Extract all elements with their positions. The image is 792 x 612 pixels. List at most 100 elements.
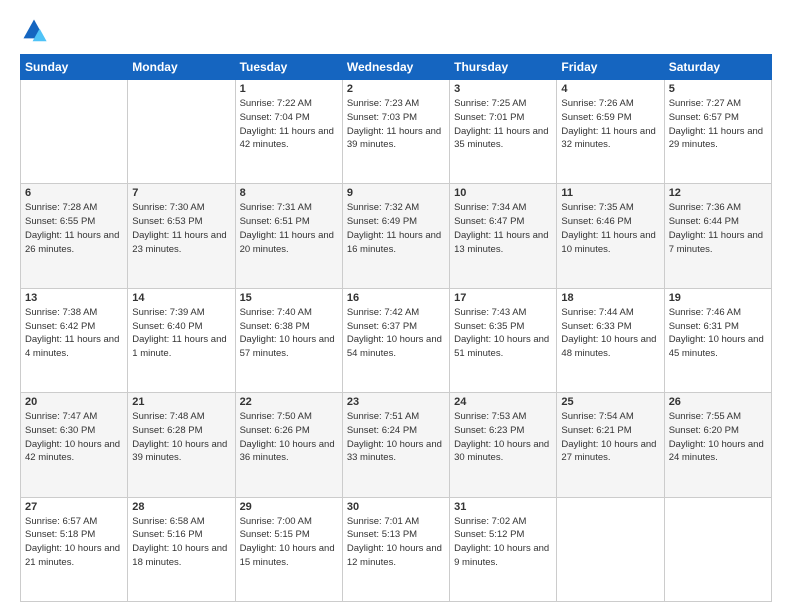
day-info: Sunrise: 7:01 AM Sunset: 5:13 PM Dayligh… bbox=[347, 515, 445, 570]
day-info: Sunrise: 7:40 AM Sunset: 6:38 PM Dayligh… bbox=[240, 306, 338, 361]
day-info: Sunrise: 7:35 AM Sunset: 6:46 PM Dayligh… bbox=[561, 201, 659, 256]
calendar-cell: 5 Sunrise: 7:27 AM Sunset: 6:57 PM Daylig… bbox=[664, 80, 771, 184]
day-info: Sunrise: 7:39 AM Sunset: 6:40 PM Dayligh… bbox=[132, 306, 230, 361]
calendar-cell: 16 Sunrise: 7:42 AM Sunset: 6:37 PM Dayli… bbox=[342, 288, 449, 392]
day-info: Sunrise: 7:34 AM Sunset: 6:47 PM Dayligh… bbox=[454, 201, 552, 256]
weekday-header: Monday bbox=[128, 55, 235, 80]
day-number: 6 bbox=[25, 187, 123, 199]
calendar-cell: 10 Sunrise: 7:34 AM Sunset: 6:47 PM Dayli… bbox=[450, 184, 557, 288]
day-info: Sunrise: 7:54 AM Sunset: 6:21 PM Dayligh… bbox=[561, 410, 659, 465]
weekday-header-row: SundayMondayTuesdayWednesdayThursdayFrid… bbox=[21, 55, 772, 80]
day-number: 20 bbox=[25, 396, 123, 408]
day-number: 7 bbox=[132, 187, 230, 199]
day-number: 29 bbox=[240, 501, 338, 513]
day-info: Sunrise: 7:27 AM Sunset: 6:57 PM Dayligh… bbox=[669, 97, 767, 152]
day-number: 10 bbox=[454, 187, 552, 199]
day-info: Sunrise: 7:00 AM Sunset: 5:15 PM Dayligh… bbox=[240, 515, 338, 570]
calendar-cell: 19Sunrise: 7:46 AM Sunset: 6:31 PM Dayli… bbox=[664, 288, 771, 392]
calendar-cell: 22Sunrise: 7:50 AM Sunset: 6:26 PM Dayli… bbox=[235, 393, 342, 497]
calendar-week-row: 1 Sunrise: 7:22 AM Sunset: 7:04 PM Daylig… bbox=[21, 80, 772, 184]
calendar-cell bbox=[21, 80, 128, 184]
day-info: Sunrise: 7:48 AM Sunset: 6:28 PM Dayligh… bbox=[132, 410, 230, 465]
day-number: 2 bbox=[347, 83, 445, 95]
calendar-cell: 4 Sunrise: 7:26 AM Sunset: 6:59 PM Daylig… bbox=[557, 80, 664, 184]
day-info: Sunrise: 7:44 AM Sunset: 6:33 PM Dayligh… bbox=[561, 306, 659, 361]
calendar-cell: 15 Sunrise: 7:40 AM Sunset: 6:38 PM Dayli… bbox=[235, 288, 342, 392]
calendar-cell: 28 Sunrise: 6:58 AM Sunset: 5:16 PM Dayli… bbox=[128, 497, 235, 601]
day-info: Sunrise: 7:53 AM Sunset: 6:23 PM Dayligh… bbox=[454, 410, 552, 465]
day-info: Sunrise: 7:02 AM Sunset: 5:12 PM Dayligh… bbox=[454, 515, 552, 570]
day-number: 13 bbox=[25, 292, 123, 304]
weekday-header: Sunday bbox=[21, 55, 128, 80]
day-number: 4 bbox=[561, 83, 659, 95]
calendar-cell: 6Sunrise: 7:28 AM Sunset: 6:55 PM Daylig… bbox=[21, 184, 128, 288]
page: SundayMondayTuesdayWednesdayThursdayFrid… bbox=[0, 0, 792, 612]
day-info: Sunrise: 6:57 AM Sunset: 5:18 PM Dayligh… bbox=[25, 515, 123, 570]
day-info: Sunrise: 7:50 AM Sunset: 6:26 PM Dayligh… bbox=[240, 410, 338, 465]
day-info: Sunrise: 7:31 AM Sunset: 6:51 PM Dayligh… bbox=[240, 201, 338, 256]
calendar-cell: 9 Sunrise: 7:32 AM Sunset: 6:49 PM Daylig… bbox=[342, 184, 449, 288]
calendar-week-row: 20 Sunrise: 7:47 AM Sunset: 6:30 PM Dayli… bbox=[21, 393, 772, 497]
day-info: Sunrise: 7:22 AM Sunset: 7:04 PM Dayligh… bbox=[240, 97, 338, 152]
calendar-cell: 31 Sunrise: 7:02 AM Sunset: 5:12 PM Dayli… bbox=[450, 497, 557, 601]
day-number: 15 bbox=[240, 292, 338, 304]
day-number: 31 bbox=[454, 501, 552, 513]
day-number: 30 bbox=[347, 501, 445, 513]
day-info: Sunrise: 7:46 AM Sunset: 6:31 PM Dayligh… bbox=[669, 306, 767, 361]
calendar-cell: 23Sunrise: 7:51 AM Sunset: 6:24 PM Dayli… bbox=[342, 393, 449, 497]
calendar-cell bbox=[128, 80, 235, 184]
day-info: Sunrise: 7:55 AM Sunset: 6:20 PM Dayligh… bbox=[669, 410, 767, 465]
weekday-header: Saturday bbox=[664, 55, 771, 80]
calendar-table: SundayMondayTuesdayWednesdayThursdayFrid… bbox=[20, 54, 772, 602]
calendar-cell: 11 Sunrise: 7:35 AM Sunset: 6:46 PM Dayli… bbox=[557, 184, 664, 288]
day-number: 14 bbox=[132, 292, 230, 304]
calendar-cell: 24 Sunrise: 7:53 AM Sunset: 6:23 PM Dayli… bbox=[450, 393, 557, 497]
day-number: 21 bbox=[132, 396, 230, 408]
calendar-cell: 18 Sunrise: 7:44 AM Sunset: 6:33 PM Dayli… bbox=[557, 288, 664, 392]
calendar-week-row: 27 Sunrise: 6:57 AM Sunset: 5:18 PM Dayli… bbox=[21, 497, 772, 601]
calendar-cell: 7 Sunrise: 7:30 AM Sunset: 6:53 PM Daylig… bbox=[128, 184, 235, 288]
day-number: 25 bbox=[561, 396, 659, 408]
calendar-cell: 17Sunrise: 7:43 AM Sunset: 6:35 PM Dayli… bbox=[450, 288, 557, 392]
day-info: Sunrise: 7:42 AM Sunset: 6:37 PM Dayligh… bbox=[347, 306, 445, 361]
calendar-week-row: 13 Sunrise: 7:38 AM Sunset: 6:42 PM Dayli… bbox=[21, 288, 772, 392]
day-number: 27 bbox=[25, 501, 123, 513]
calendar-cell: 2 Sunrise: 7:23 AM Sunset: 7:03 PM Daylig… bbox=[342, 80, 449, 184]
day-number: 1 bbox=[240, 83, 338, 95]
day-info: Sunrise: 7:36 AM Sunset: 6:44 PM Dayligh… bbox=[669, 201, 767, 256]
logo-icon bbox=[20, 16, 48, 44]
day-number: 3 bbox=[454, 83, 552, 95]
day-number: 28 bbox=[132, 501, 230, 513]
day-info: Sunrise: 7:47 AM Sunset: 6:30 PM Dayligh… bbox=[25, 410, 123, 465]
day-number: 16 bbox=[347, 292, 445, 304]
calendar-cell: 13 Sunrise: 7:38 AM Sunset: 6:42 PM Dayli… bbox=[21, 288, 128, 392]
calendar-cell: 14 Sunrise: 7:39 AM Sunset: 6:40 PM Dayli… bbox=[128, 288, 235, 392]
calendar-cell: 21 Sunrise: 7:48 AM Sunset: 6:28 PM Dayli… bbox=[128, 393, 235, 497]
day-info: Sunrise: 7:51 AM Sunset: 6:24 PM Dayligh… bbox=[347, 410, 445, 465]
calendar-cell bbox=[557, 497, 664, 601]
calendar-cell: 29 Sunrise: 7:00 AM Sunset: 5:15 PM Dayli… bbox=[235, 497, 342, 601]
weekday-header: Wednesday bbox=[342, 55, 449, 80]
weekday-header: Friday bbox=[557, 55, 664, 80]
day-number: 26 bbox=[669, 396, 767, 408]
day-info: Sunrise: 7:23 AM Sunset: 7:03 PM Dayligh… bbox=[347, 97, 445, 152]
day-info: Sunrise: 7:38 AM Sunset: 6:42 PM Dayligh… bbox=[25, 306, 123, 361]
day-number: 8 bbox=[240, 187, 338, 199]
calendar-cell: 26 Sunrise: 7:55 AM Sunset: 6:20 PM Dayli… bbox=[664, 393, 771, 497]
day-number: 9 bbox=[347, 187, 445, 199]
day-info: Sunrise: 7:32 AM Sunset: 6:49 PM Dayligh… bbox=[347, 201, 445, 256]
day-info: Sunrise: 7:30 AM Sunset: 6:53 PM Dayligh… bbox=[132, 201, 230, 256]
calendar-cell: 3 Sunrise: 7:25 AM Sunset: 7:01 PM Daylig… bbox=[450, 80, 557, 184]
calendar-cell bbox=[664, 497, 771, 601]
day-number: 11 bbox=[561, 187, 659, 199]
day-info: Sunrise: 7:25 AM Sunset: 7:01 PM Dayligh… bbox=[454, 97, 552, 152]
day-number: 5 bbox=[669, 83, 767, 95]
day-number: 18 bbox=[561, 292, 659, 304]
day-info: Sunrise: 6:58 AM Sunset: 5:16 PM Dayligh… bbox=[132, 515, 230, 570]
day-info: Sunrise: 7:26 AM Sunset: 6:59 PM Dayligh… bbox=[561, 97, 659, 152]
day-number: 17 bbox=[454, 292, 552, 304]
weekday-header: Thursday bbox=[450, 55, 557, 80]
calendar-cell: 30 Sunrise: 7:01 AM Sunset: 5:13 PM Dayli… bbox=[342, 497, 449, 601]
header bbox=[20, 16, 772, 44]
day-number: 24 bbox=[454, 396, 552, 408]
